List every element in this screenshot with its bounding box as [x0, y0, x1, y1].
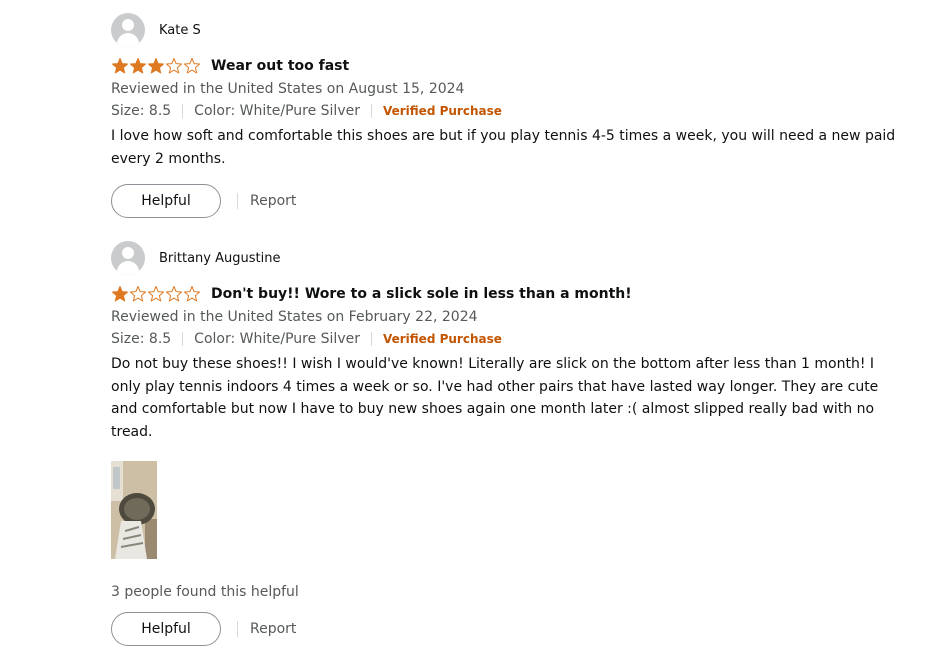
shoe-sole-photo: [111, 461, 157, 559]
verified-purchase-badge: Verified Purchase: [382, 332, 502, 346]
divider: [370, 104, 372, 118]
review-image-thumbnail[interactable]: [111, 461, 157, 559]
star-empty-icon: [147, 286, 165, 302]
star-filled-icon: [111, 58, 129, 74]
review-card: Kate S Wear out too fast Reviewed in the…: [111, 13, 901, 218]
report-link[interactable]: Report: [250, 621, 296, 637]
star-rating[interactable]: [111, 285, 201, 303]
product-variant[interactable]: Size: 8.5 Color: White/Pure Silver Verif…: [111, 329, 901, 349]
reviewer-profile[interactable]: Brittany Augustine: [111, 241, 901, 275]
variant-color: Color: White/Pure Silver: [194, 331, 360, 347]
star-filled-icon: [111, 286, 129, 302]
avatar: [111, 241, 145, 275]
divider: [182, 332, 184, 346]
star-rating[interactable]: [111, 57, 201, 75]
divider: [370, 332, 372, 346]
helpful-button[interactable]: Helpful: [111, 184, 221, 218]
product-variant[interactable]: Size: 8.5 Color: White/Pure Silver Verif…: [111, 101, 901, 121]
star-empty-icon: [129, 286, 147, 302]
variant-color: Color: White/Pure Silver: [194, 103, 360, 119]
review-text: I love how soft and comfortable this sho…: [111, 128, 896, 167]
variant-size: Size: 8.5: [111, 331, 172, 347]
divider: [237, 193, 238, 209]
reviewer-name: Kate S: [159, 22, 201, 38]
helpful-count: 3 people found this helpful: [111, 584, 299, 600]
star-empty-icon: [183, 286, 201, 302]
star-empty-icon: [165, 286, 183, 302]
review-date: Reviewed in the United States on Februar…: [111, 309, 478, 325]
avatar: [111, 13, 145, 47]
verified-purchase-badge: Verified Purchase: [382, 104, 502, 118]
report-link[interactable]: Report: [250, 193, 296, 209]
divider: [237, 621, 238, 637]
review-text: Do not buy these shoes!! I wish I would'…: [111, 356, 879, 440]
star-empty-icon: [165, 58, 183, 74]
star-filled-icon: [147, 58, 165, 74]
helpful-button[interactable]: Helpful: [111, 612, 221, 646]
star-empty-icon: [183, 58, 201, 74]
review-card: Brittany Augustine Don't buy!! Wore to a…: [111, 241, 901, 646]
review-date: Reviewed in the United States on August …: [111, 81, 465, 97]
reviewer-profile[interactable]: Kate S: [111, 13, 901, 47]
variant-size: Size: 8.5: [111, 103, 172, 119]
star-filled-icon: [129, 58, 147, 74]
review-title[interactable]: Don't buy!! Wore to a slick sole in less…: [211, 286, 632, 302]
reviewer-name: Brittany Augustine: [159, 250, 281, 266]
review-title[interactable]: Wear out too fast: [211, 58, 349, 74]
divider: [182, 104, 184, 118]
